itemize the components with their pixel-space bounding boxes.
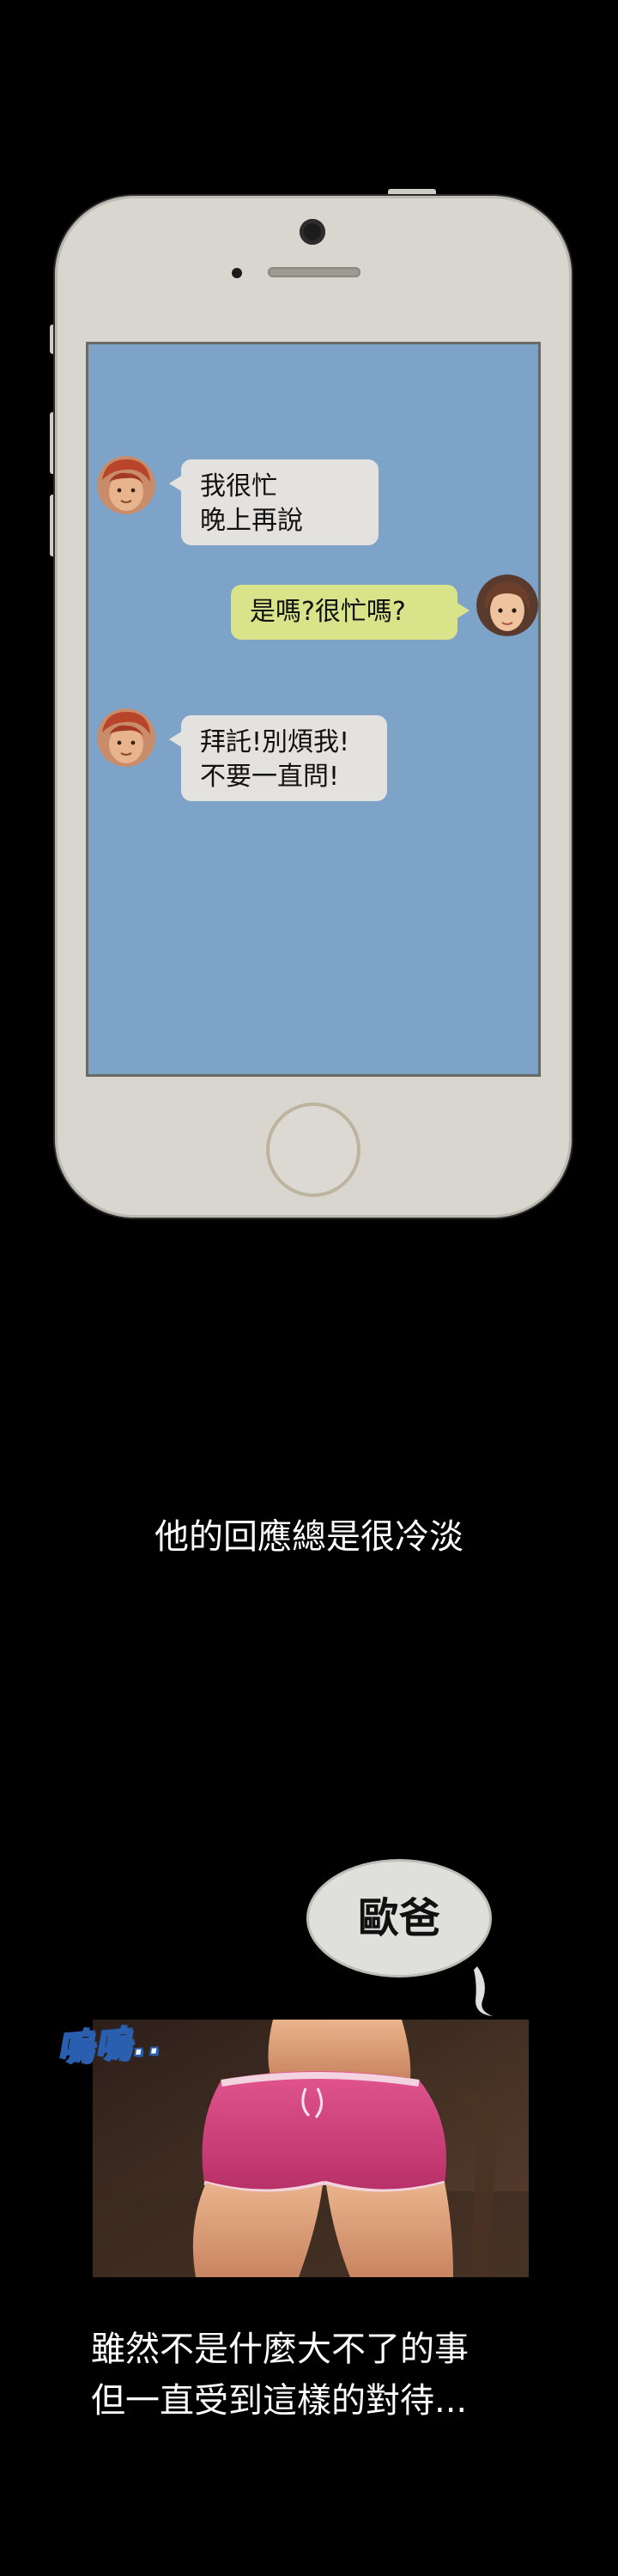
message-bubble-outgoing: 是嗎?很忙嗎? [231,585,470,640]
phone: 我很忙 晚上再說 是嗎?很忙嗎? 拜託!別煩我! 不要一直問! [55,196,572,1218]
thought-text: 歐爸 [357,1894,440,1942]
camera-icon [300,219,325,245]
narration-caption: 但一直受到這樣的對待... [91,2381,468,2421]
narration-caption: 雖然不是什麼大不了的事 [91,2330,469,2369]
avatar-boyfriend [97,708,155,767]
avatar-boyfriend [97,456,155,514]
message-bubble-incoming: 拜託!別煩我! 不要一直問! [169,715,387,801]
comic-page: 我很忙 晚上再說 是嗎?很忙嗎? 拜託!別煩我! 不要一直問! 他的回應總是很冷… [0,0,618,2576]
thought-bubble-tail [474,1966,493,2016]
thought-bubble: 歐爸 [309,1862,489,1975]
phone-screen: 我很忙 晚上再說 是嗎?很忙嗎? 拜託!別煩我! 不要一直問! [86,342,541,1077]
phone-speaker [268,267,360,277]
narration-caption: 他的回應總是很冷淡 [154,1517,464,1557]
message-bubble-incoming: 我很忙 晚上再說 [169,459,379,545]
sound-effect-text: 嗚嗚.. [55,2020,166,2071]
avatar-girlfriend [476,574,538,636]
home-button [266,1103,360,1197]
sensor-dot [232,268,242,278]
